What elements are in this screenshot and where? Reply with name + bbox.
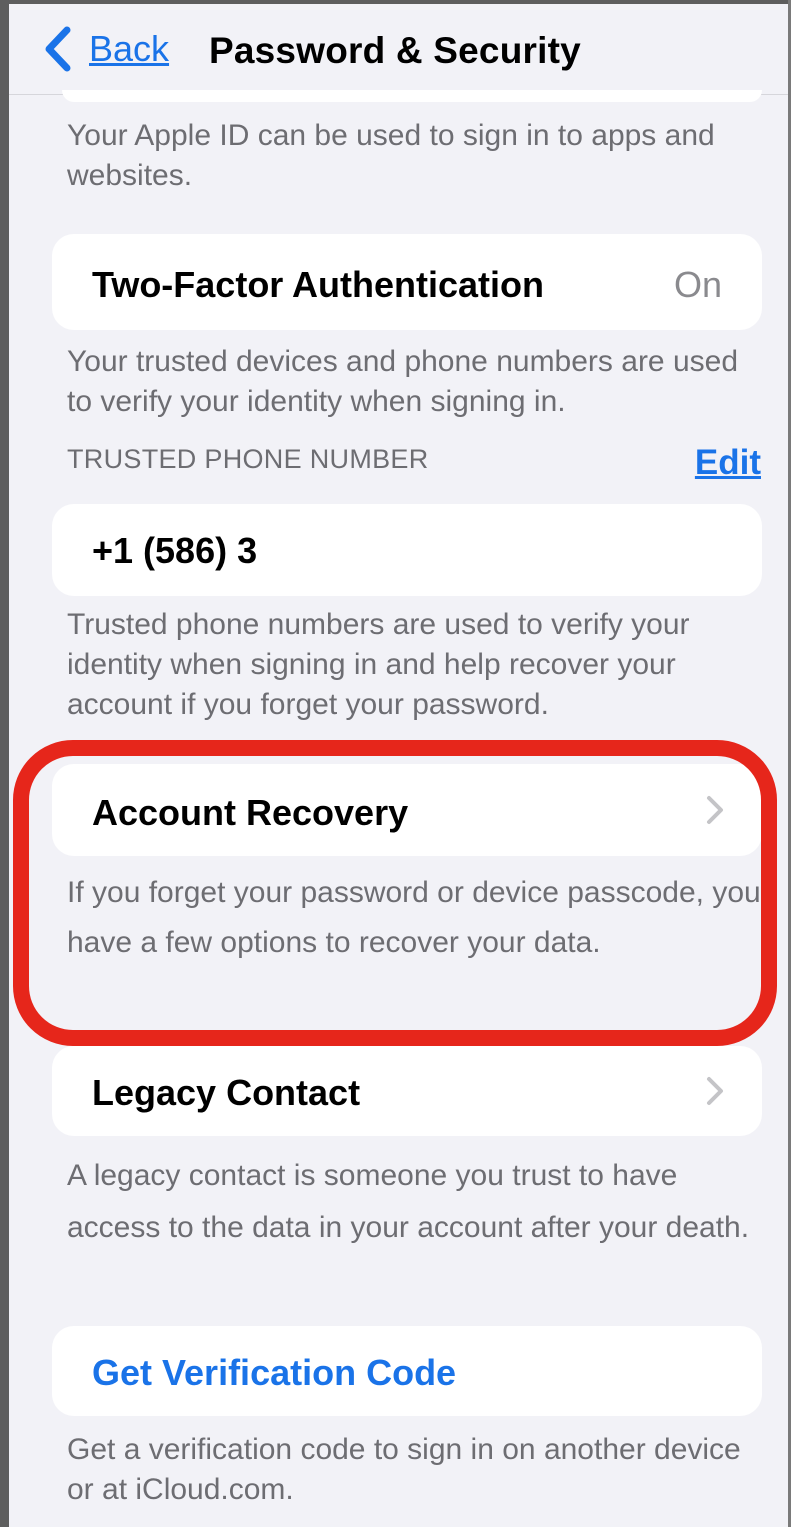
trusted-phone-number: +1 (586) 3: [92, 530, 258, 571]
trusted-phone-header: TRUSTED PHONE NUMBER: [67, 444, 429, 474]
two-factor-row[interactable]: Two-Factor Authentication On: [52, 234, 762, 330]
chevron-left-icon: [45, 26, 71, 72]
legacy-contact-row[interactable]: Legacy Contact: [52, 1046, 762, 1136]
back-button[interactable]: Back: [41, 26, 169, 72]
legacy-contact-footer: A legacy contact is someone you trust to…: [67, 1159, 750, 1244]
back-label: Back: [89, 28, 170, 69]
navigation-bar: Back Password & Security: [9, 4, 788, 95]
window-frame-left: [0, 0, 9, 1527]
chevron-right-icon: [707, 1077, 723, 1105]
page-title: Password & Security: [209, 30, 581, 71]
previous-card-edge: [62, 90, 762, 102]
get-verification-code-label: Get Verification Code: [92, 1352, 457, 1393]
apple-id-footer: Your Apple ID can be used to sign in to …: [67, 119, 715, 192]
two-factor-footer: Your trusted devices and phone numbers a…: [67, 345, 739, 418]
edit-button[interactable]: Edit: [695, 443, 761, 483]
get-verification-code-button[interactable]: Get Verification Code: [52, 1326, 762, 1416]
highlight-annotation: [13, 740, 777, 1046]
trusted-phone-footer: Trusted phone numbers are used to verify…: [67, 608, 690, 721]
verification-footer: Get a verification code to sign in on an…: [67, 1433, 741, 1506]
two-factor-label: Two-Factor Authentication: [92, 264, 544, 305]
legacy-contact-label: Legacy Contact: [92, 1072, 361, 1113]
trusted-phone-row[interactable]: +1 (586) 3: [52, 504, 762, 596]
two-factor-status: On: [673, 264, 722, 305]
